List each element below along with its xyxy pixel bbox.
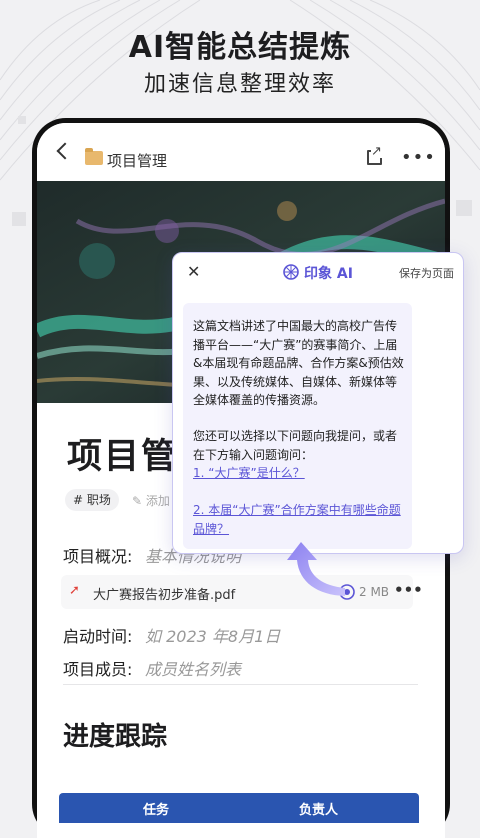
start-label: 启动时间: bbox=[63, 627, 133, 646]
attachment-card[interactable]: ➚ 大广赛报告初步准备.pdf 2 MB ••• bbox=[61, 575, 423, 609]
divider bbox=[63, 684, 418, 685]
back-icon[interactable] bbox=[56, 142, 74, 160]
suggested-question-2[interactable]: 2. 本届“大广赛”合作方案中有哪些命题品牌？ bbox=[193, 501, 405, 538]
document-title[interactable]: 项目管 bbox=[67, 428, 178, 479]
ai-brand-name: 印象 AI bbox=[304, 266, 353, 282]
save-as-page-button[interactable]: 保存为页面 bbox=[399, 265, 454, 281]
hero-subtitle: 加速信息整理效率 bbox=[143, 72, 336, 97]
table-header-owner: 负责人 bbox=[299, 803, 339, 818]
attachment-size: 2 MB bbox=[359, 585, 390, 599]
section-title[interactable]: 进度跟踪 bbox=[63, 716, 167, 753]
pointer-arrow-icon bbox=[287, 542, 345, 596]
suggested-question-1[interactable]: 1. “大广赛”是什么？ bbox=[193, 464, 405, 483]
decoration-square bbox=[456, 200, 472, 216]
members-value[interactable]: 成员姓名列表 bbox=[145, 656, 241, 680]
tag-chip[interactable]: # 职场 bbox=[65, 489, 119, 511]
ai-response-box: 这篇文档讲述了中国最大的高校广告传播平台——“大广赛”的赛事简介、上届&本届现有… bbox=[183, 303, 412, 549]
folder-icon bbox=[85, 148, 103, 165]
attachment-more-icon[interactable]: ••• bbox=[394, 581, 423, 599]
ai-prompt-text: 您还可以选择以下问题向我提问，或者在下方输入问题询问： bbox=[193, 429, 398, 462]
more-icon[interactable]: ••• bbox=[401, 147, 436, 168]
table-header-task: 任务 bbox=[143, 803, 170, 818]
notebook-title[interactable]: 项目管理 bbox=[107, 150, 167, 171]
decoration-square bbox=[18, 116, 26, 124]
ai-logo-icon bbox=[283, 264, 299, 280]
members-label: 项目成员: bbox=[63, 660, 133, 679]
table-header: 任务 负责人 bbox=[59, 793, 419, 823]
close-icon[interactable]: ✕ bbox=[187, 262, 200, 281]
hero-title: AI智能总结提炼 bbox=[128, 30, 352, 65]
add-tag-button[interactable]: ✎ 添加 bbox=[132, 492, 170, 509]
overview-label: 项目概况: bbox=[63, 547, 133, 566]
add-tag-label: 添加 bbox=[145, 494, 170, 508]
top-bar: 项目管理 ••• bbox=[37, 123, 445, 181]
pdf-icon: ➚ bbox=[69, 583, 80, 598]
attachment-name: 大广赛报告初步准备.pdf bbox=[93, 588, 236, 603]
ai-summary-text: 这篇文档讲述了中国最大的高校广告传播平台——“大广赛”的赛事简介、上届&本届现有… bbox=[193, 319, 404, 407]
decoration-square bbox=[12, 212, 26, 226]
ai-summary-panel: ✕ 印象 AI 保存为页面 这篇文档讲述了中国最大的高校广告传播平台——“大广赛… bbox=[172, 252, 464, 554]
start-value[interactable]: 如 2023 年8月1日 bbox=[145, 623, 280, 647]
share-icon[interactable] bbox=[367, 145, 382, 165]
